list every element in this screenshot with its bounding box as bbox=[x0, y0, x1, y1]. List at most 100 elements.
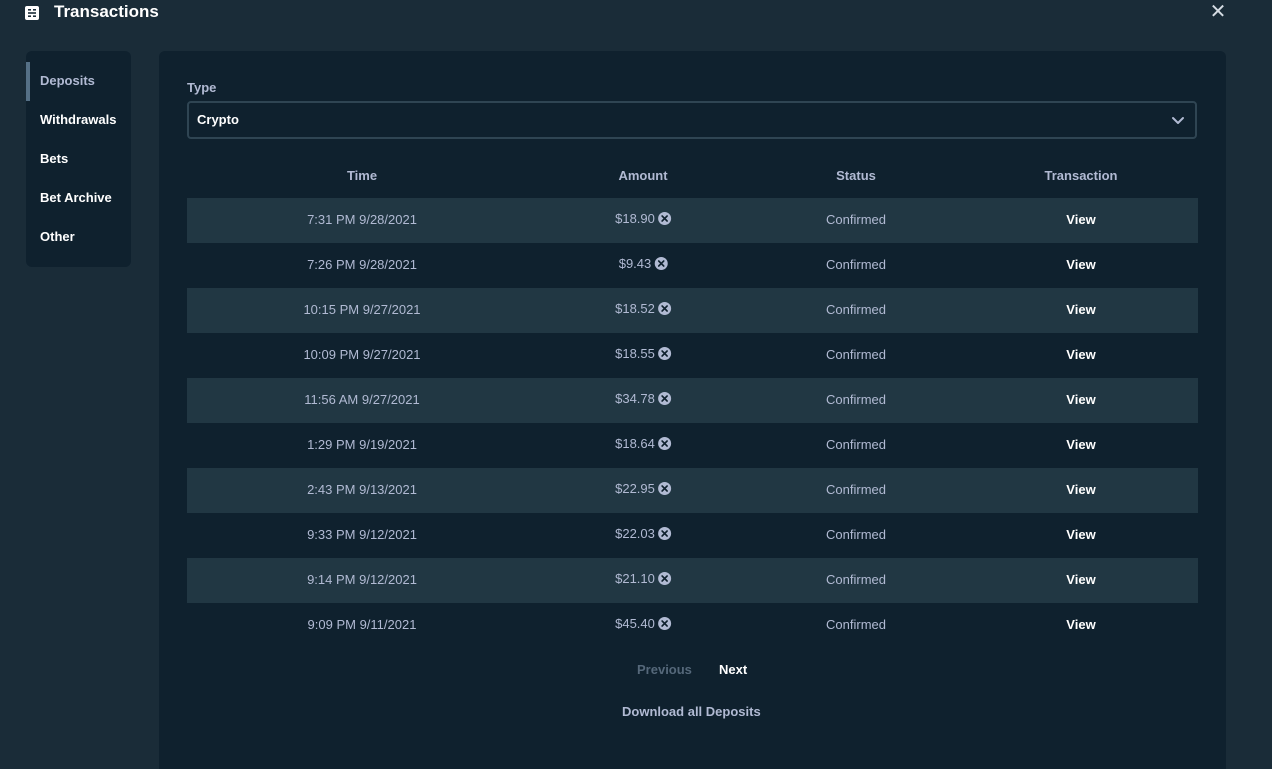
view-transaction-link[interactable]: View bbox=[1066, 212, 1095, 227]
amount-cell: $18.90 bbox=[615, 211, 671, 226]
type-select[interactable]: Crypto bbox=[187, 101, 1197, 139]
time-cell: 9:09 PM 9/11/2021 bbox=[307, 617, 417, 632]
chevron-down-icon bbox=[1171, 114, 1185, 126]
table-row: 7:26 PM 9/28/2021 $9.43 Confirmed View bbox=[187, 243, 1198, 288]
amount-cell: $9.43 bbox=[619, 256, 668, 271]
amount-value: $45.40 bbox=[615, 616, 655, 631]
view-transaction-link[interactable]: View bbox=[1066, 392, 1095, 407]
currency-icon bbox=[654, 257, 668, 270]
view-transaction-link[interactable]: View bbox=[1066, 482, 1095, 497]
table-row: 10:15 PM 9/27/2021 $18.52 Confirmed View bbox=[187, 288, 1198, 333]
type-label: Type bbox=[187, 80, 217, 95]
sidebar-item-deposits[interactable]: Deposits bbox=[26, 62, 131, 101]
table-row: 2:43 PM 9/13/2021 $22.95 Confirmed View bbox=[187, 468, 1198, 513]
transactions-table: Time Amount Status Transaction 7:31 PM 9… bbox=[187, 156, 1198, 648]
amount-cell: $22.95 bbox=[615, 481, 671, 496]
sidebar-item-label: Deposits bbox=[40, 73, 95, 88]
currency-icon bbox=[657, 212, 671, 225]
status-cell: Confirmed bbox=[826, 302, 886, 317]
view-transaction-link[interactable]: View bbox=[1066, 347, 1095, 362]
sidebar-item-bet-archive[interactable]: Bet Archive bbox=[26, 179, 131, 218]
view-transaction-link[interactable]: View bbox=[1066, 437, 1095, 452]
modal-title: Transactions bbox=[54, 2, 159, 21]
amount-cell: $21.10 bbox=[615, 571, 671, 586]
currency-icon bbox=[657, 527, 671, 540]
view-transaction-link[interactable]: View bbox=[1066, 257, 1095, 272]
active-indicator bbox=[26, 62, 30, 101]
currency-icon bbox=[657, 617, 671, 630]
amount-value: $21.10 bbox=[615, 571, 655, 586]
time-cell: 7:26 PM 9/28/2021 bbox=[307, 257, 417, 272]
amount-value: $18.90 bbox=[615, 211, 655, 226]
status-cell: Confirmed bbox=[826, 347, 886, 362]
view-transaction-link[interactable]: View bbox=[1066, 527, 1095, 542]
table-row: 9:09 PM 9/11/2021 $45.40 Confirmed View bbox=[187, 603, 1198, 648]
amount-cell: $22.03 bbox=[615, 526, 671, 541]
sidebar-item-withdrawals[interactable]: Withdrawals bbox=[26, 101, 131, 140]
table-row: 1:29 PM 9/19/2021 $18.64 Confirmed View bbox=[187, 423, 1198, 468]
status-cell: Confirmed bbox=[826, 257, 886, 272]
amount-value: $18.64 bbox=[615, 436, 655, 451]
time-cell: 1:29 PM 9/19/2021 bbox=[307, 437, 417, 452]
table-header: Time Amount Status Transaction bbox=[187, 156, 1198, 198]
amount-value: $34.78 bbox=[615, 391, 655, 406]
view-transaction-link[interactable]: View bbox=[1066, 302, 1095, 317]
currency-icon bbox=[657, 437, 671, 450]
sidebar: Deposits Withdrawals Bets Bet Archive Ot… bbox=[26, 51, 131, 267]
pagination: Previous Next bbox=[159, 661, 1226, 681]
amount-value: $18.55 bbox=[615, 346, 655, 361]
time-cell: 11:56 AM 9/27/2021 bbox=[304, 392, 420, 407]
currency-icon bbox=[657, 482, 671, 495]
sidebar-item-other[interactable]: Other bbox=[26, 218, 131, 257]
table-row: 9:14 PM 9/12/2021 $21.10 Confirmed View bbox=[187, 558, 1198, 603]
transactions-icon bbox=[25, 6, 39, 20]
previous-button[interactable]: Previous bbox=[637, 662, 692, 677]
table-row: 11:56 AM 9/27/2021 $34.78 Confirmed View bbox=[187, 378, 1198, 423]
currency-icon bbox=[657, 572, 671, 585]
column-header-transaction: Transaction bbox=[1044, 168, 1118, 183]
currency-icon bbox=[657, 302, 671, 315]
status-cell: Confirmed bbox=[826, 572, 886, 587]
table-row: 7:31 PM 9/28/2021 $18.90 Confirmed View bbox=[187, 198, 1198, 243]
next-button[interactable]: Next bbox=[719, 662, 747, 677]
currency-icon bbox=[657, 392, 671, 405]
status-cell: Confirmed bbox=[826, 617, 886, 632]
modal-header: Transactions ✕ bbox=[0, 0, 1272, 28]
status-cell: Confirmed bbox=[826, 212, 886, 227]
time-cell: 7:31 PM 9/28/2021 bbox=[307, 212, 417, 227]
currency-icon bbox=[657, 347, 671, 360]
transactions-panel: Type Crypto Time Amount Status Transacti… bbox=[159, 51, 1226, 769]
column-header-amount: Amount bbox=[618, 168, 668, 183]
status-cell: Confirmed bbox=[826, 437, 886, 452]
view-transaction-link[interactable]: View bbox=[1066, 572, 1095, 587]
view-transaction-link[interactable]: View bbox=[1066, 617, 1095, 632]
type-select-value: Crypto bbox=[197, 112, 239, 127]
column-header-status: Status bbox=[836, 168, 876, 183]
close-icon[interactable]: ✕ bbox=[1208, 2, 1228, 22]
amount-cell: $18.64 bbox=[615, 436, 671, 451]
amount-value: $9.43 bbox=[618, 256, 652, 271]
amount-cell: $18.55 bbox=[615, 346, 671, 361]
sidebar-item-bets[interactable]: Bets bbox=[26, 140, 131, 179]
table-row: 9:33 PM 9/12/2021 $22.03 Confirmed View bbox=[187, 513, 1198, 558]
sidebar-item-label: Bet Archive bbox=[40, 190, 112, 205]
amount-value: $22.03 bbox=[615, 526, 655, 541]
amount-cell: $18.52 bbox=[615, 301, 671, 316]
time-cell: 10:15 PM 9/27/2021 bbox=[303, 302, 421, 317]
amount-cell: $45.40 bbox=[615, 616, 671, 631]
status-cell: Confirmed bbox=[826, 392, 886, 407]
time-cell: 10:09 PM 9/27/2021 bbox=[303, 347, 421, 362]
time-cell: 2:43 PM 9/13/2021 bbox=[307, 482, 417, 497]
amount-value: $22.95 bbox=[615, 481, 655, 496]
sidebar-item-label: Other bbox=[40, 229, 75, 244]
time-cell: 9:14 PM 9/12/2021 bbox=[307, 572, 417, 587]
sidebar-item-label: Bets bbox=[40, 151, 69, 166]
column-header-time: Time bbox=[346, 168, 378, 183]
table-body: 7:31 PM 9/28/2021 $18.90 Confirmed View 7:26… bbox=[187, 198, 1198, 648]
status-cell: Confirmed bbox=[826, 527, 886, 542]
status-cell: Confirmed bbox=[826, 482, 886, 497]
amount-value: $18.52 bbox=[615, 301, 655, 316]
table-row: 10:09 PM 9/27/2021 $18.55 Confirmed View bbox=[187, 333, 1198, 378]
amount-cell: $34.78 bbox=[615, 391, 671, 406]
download-all-button[interactable]: Download all Deposits bbox=[622, 704, 761, 719]
